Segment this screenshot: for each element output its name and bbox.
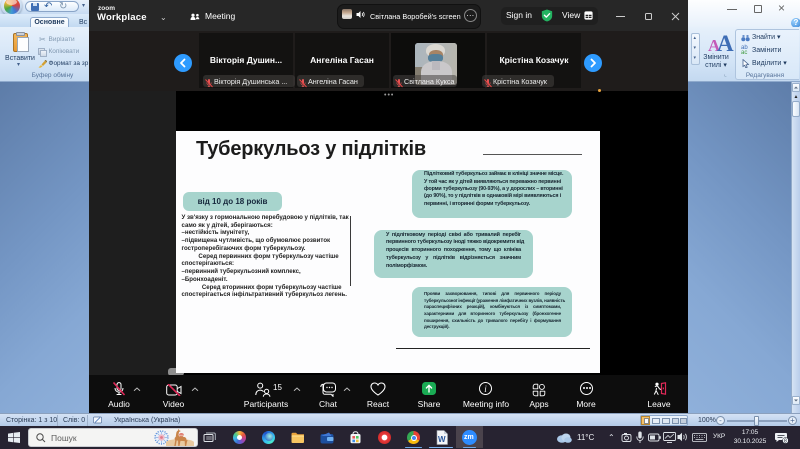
svg-text:W: W	[438, 435, 446, 444]
svg-text:8: 8	[784, 439, 787, 444]
